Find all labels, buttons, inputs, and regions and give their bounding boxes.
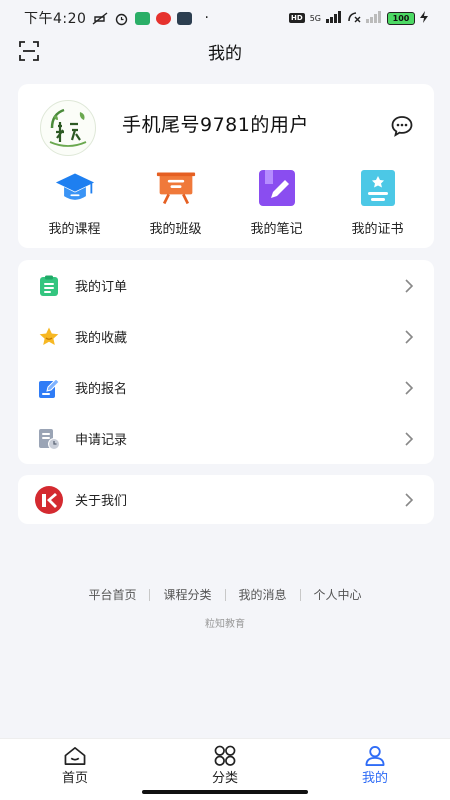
call-icon — [347, 11, 361, 26]
category-icon — [214, 745, 236, 766]
quick-my-certificates[interactable]: 我的证书 — [332, 168, 424, 237]
quick-label: 我的笔记 — [250, 222, 303, 237]
status-bar: 下午4:20 · HD 5G 100 — [0, 0, 450, 36]
hd-badge: HD — [289, 13, 305, 23]
page-title: 我的 — [208, 43, 242, 64]
quick-my-classes[interactable]: 我的班级 — [130, 168, 222, 237]
quick-label: 我的课程 — [48, 222, 101, 237]
quick-my-courses[interactable]: 我的课程 — [29, 168, 121, 237]
chevron-right-icon — [405, 329, 414, 344]
charging-icon — [420, 10, 428, 26]
quick-actions: 我的课程 我的班级 我的笔记 我的证书 — [18, 168, 434, 237]
footer-links: 平台首页 课程分类 我的消息 个人中心 — [0, 586, 450, 603]
quick-label: 我的班级 — [149, 222, 202, 237]
footer-link-profile[interactable]: 个人中心 — [301, 586, 375, 603]
tab-category[interactable]: 分类 — [150, 739, 300, 786]
status-time: 下午4:20 — [24, 11, 87, 27]
menu-label: 我的订单 — [75, 280, 128, 295]
scan-icon — [19, 41, 39, 61]
gesture-area — [0, 786, 450, 800]
brand-badge-icon — [35, 485, 63, 514]
network-label: 5G — [309, 13, 321, 23]
menu-label: 我的报名 — [75, 382, 128, 397]
record-icon — [39, 428, 60, 450]
weibo-icon — [156, 11, 172, 25]
more-dot-icon: · — [204, 10, 209, 26]
menu-item-orders[interactable]: 我的订单 — [18, 260, 434, 311]
avatar[interactable] — [40, 100, 96, 156]
battery-indicator: 100 — [387, 11, 415, 25]
class-board-icon — [156, 172, 195, 205]
menu-label: 申请记录 — [75, 433, 128, 448]
wechat-icon — [135, 11, 151, 25]
chevron-right-icon — [405, 380, 414, 395]
mute-icon — [92, 11, 108, 25]
footer-link-messages[interactable]: 我的消息 — [226, 586, 300, 603]
chevron-right-icon — [405, 492, 414, 507]
menu-item-favorites[interactable]: 我的收藏 — [18, 311, 434, 362]
bottom-nav: 首页 分类 我的 — [0, 738, 450, 786]
alarm-icon — [114, 12, 129, 25]
menu-label: 关于我们 — [75, 494, 128, 509]
app-notification-icon — [177, 11, 193, 25]
menu-item-application-records[interactable]: 申请记录 — [18, 413, 434, 464]
signal-weak-icon — [366, 10, 382, 26]
profile-card: 手机尾号9781的用户 我的课程 我的班级 我的笔记 我的证书 — [18, 84, 434, 248]
scan-button[interactable] — [18, 40, 40, 62]
tab-home[interactable]: 首页 — [0, 739, 150, 786]
chevron-right-icon — [405, 431, 414, 446]
menu-item-about-us[interactable]: 关于我们 — [18, 475, 434, 524]
home-indicator[interactable] — [142, 790, 308, 794]
tab-mine[interactable]: 我的 — [300, 739, 450, 786]
star-icon — [39, 327, 59, 345]
brand-logo — [49, 108, 87, 147]
edit-form-icon — [39, 377, 60, 398]
menu-list: 我的订单 我的收藏 我的报名 申请记录 — [18, 260, 434, 464]
notes-icon — [258, 170, 295, 206]
footer-link-home[interactable]: 平台首页 — [75, 586, 149, 603]
footer-link-categories[interactable]: 课程分类 — [150, 586, 224, 603]
nav-label: 我的 — [361, 771, 388, 786]
user-name[interactable]: 手机尾号9781的用户 — [122, 110, 309, 137]
chevron-right-icon — [405, 278, 414, 293]
message-icon — [391, 116, 413, 137]
top-bar: 我的 — [0, 36, 450, 66]
menu-label: 我的收藏 — [75, 331, 128, 346]
quick-label: 我的证书 — [351, 222, 404, 237]
quick-my-notes[interactable]: 我的笔记 — [231, 168, 323, 237]
footer-brand: 粒知教育 — [205, 619, 245, 630]
nav-label: 分类 — [211, 771, 238, 786]
menu-item-registrations[interactable]: 我的报名 — [18, 362, 434, 413]
certificate-icon — [360, 170, 395, 206]
order-list-icon — [40, 275, 58, 296]
message-button[interactable] — [390, 114, 414, 138]
signal-icon — [326, 10, 342, 26]
home-icon — [64, 747, 86, 765]
user-icon — [365, 746, 385, 766]
about-card: 关于我们 — [18, 475, 434, 524]
nav-label: 首页 — [61, 771, 88, 786]
graduation-cap-icon — [55, 173, 94, 200]
